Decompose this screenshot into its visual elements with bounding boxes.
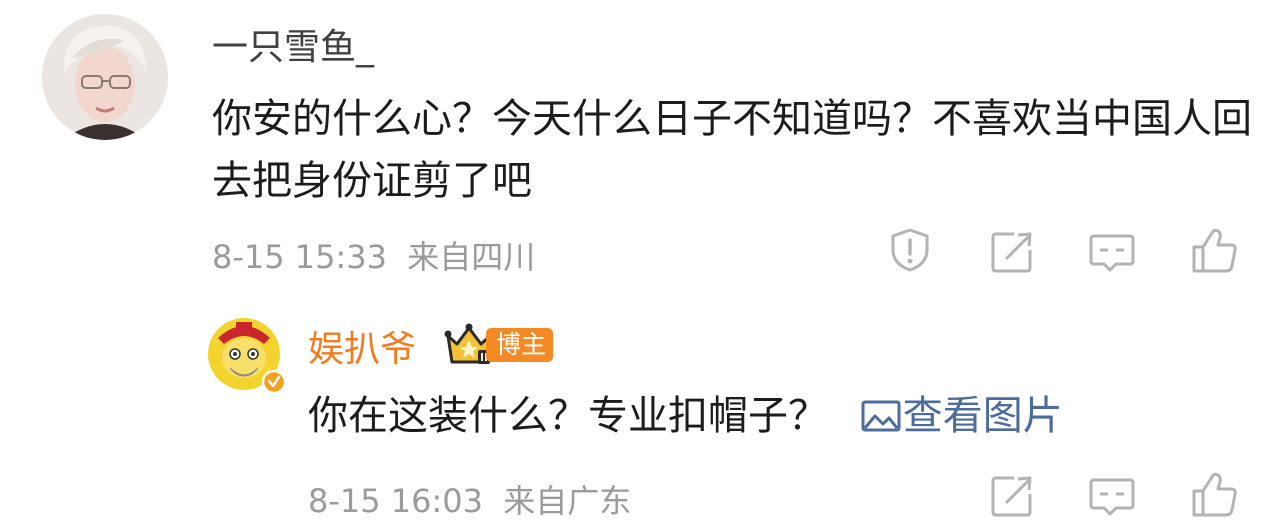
reply-text-line: 你在这装什么？专业扣帽子？ 查看图片 xyxy=(308,388,1063,449)
report-icon[interactable] xyxy=(886,226,934,274)
comment-location: 来自四川 xyxy=(407,238,536,276)
reply-icon[interactable] xyxy=(1088,230,1136,278)
comment-time: 8-15 15:33 xyxy=(212,238,388,276)
image-icon xyxy=(861,393,901,449)
blogger-badge: 博主 xyxy=(486,328,554,362)
reply-location: 来自广东 xyxy=(503,482,632,520)
repost-icon[interactable] xyxy=(988,228,1036,276)
commenter-avatar[interactable] xyxy=(42,14,168,140)
reply-text: 你在这装什么？专业扣帽子？ xyxy=(308,393,828,439)
author-avatar[interactable] xyxy=(208,318,287,395)
repost-icon[interactable] xyxy=(988,472,1036,520)
view-image-link[interactable]: 查看图片 xyxy=(861,393,1063,439)
reply-icon[interactable] xyxy=(1088,474,1136,522)
view-image-label: 查看图片 xyxy=(902,393,1063,439)
like-icon[interactable] xyxy=(1190,226,1238,274)
verified-icon xyxy=(261,369,287,395)
comment-meta: 8-15 15:33 来自四川 xyxy=(212,232,535,278)
author-username[interactable]: 娱扒爷 xyxy=(308,320,416,372)
reply-meta: 8-15 16:03 来自广东 xyxy=(308,476,631,522)
comment-text: 你安的什么心？今天什么日子不知道吗？不喜欢当中国人回去把身份证剪了吧 xyxy=(212,96,1252,204)
commenter-username[interactable]: 一只雪鱼_ xyxy=(212,18,374,70)
reply-time: 8-15 16:03 xyxy=(308,482,484,520)
like-icon[interactable] xyxy=(1190,470,1238,518)
